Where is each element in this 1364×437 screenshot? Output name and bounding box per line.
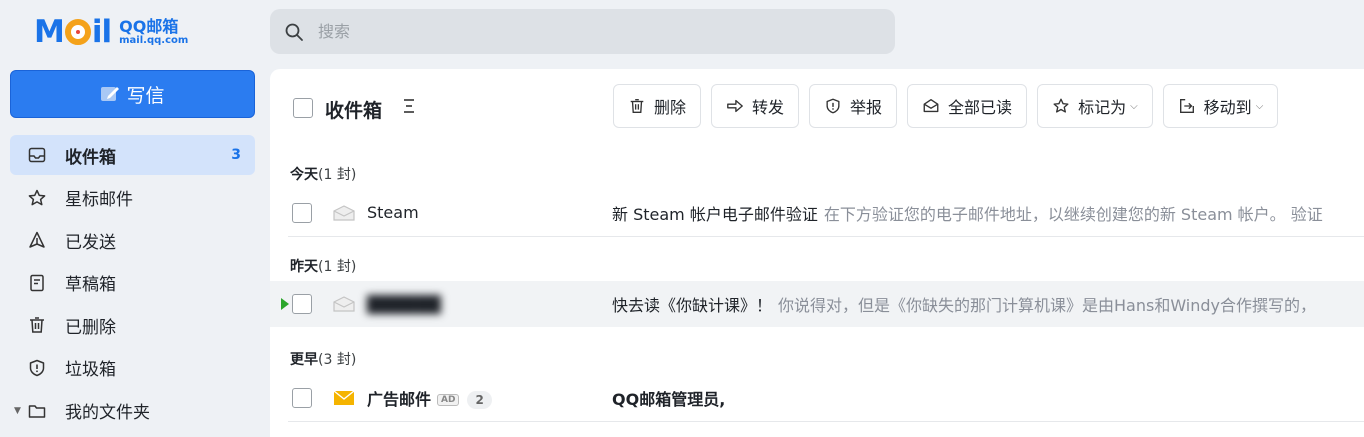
- divider: [288, 421, 1364, 422]
- sidebar-item-deleted[interactable]: 已删除: [10, 305, 255, 345]
- email-sender-blurred: ██████: [367, 294, 441, 314]
- sidebar-item-label: 我的文件夹: [65, 403, 150, 424]
- email-sender: 广告邮件 AD 2: [367, 386, 492, 410]
- caret-down-icon[interactable]: ▼: [14, 406, 21, 416]
- sent-icon: [27, 230, 47, 250]
- sidebar-item-label: 收件箱: [65, 147, 116, 168]
- email-checkbox[interactable]: [292, 294, 312, 314]
- star-icon: [27, 188, 47, 208]
- mark-all-read-label: 全部已读: [948, 98, 1013, 117]
- email-subject: QQ邮箱管理员,: [612, 389, 726, 409]
- sidebar-item-label: 垃圾箱: [65, 360, 116, 381]
- chevron-down-icon: ⌵: [1130, 100, 1138, 112]
- sidebar-item-label: 已删除: [65, 317, 116, 338]
- report-button[interactable]: 举报: [809, 84, 898, 128]
- star-icon: [1053, 98, 1069, 113]
- delete-label: 删除: [654, 98, 687, 117]
- group-header-yesterday: 昨天(1 封): [290, 256, 356, 276]
- email-checkbox[interactable]: [292, 387, 312, 408]
- read-envelope-icon: [333, 296, 355, 312]
- group-count: (3 封): [318, 352, 357, 368]
- email-checkbox[interactable]: [292, 202, 312, 223]
- open-envelope-icon: [923, 99, 939, 113]
- shield-icon: [27, 358, 47, 378]
- unread-count-badge: 3: [231, 147, 241, 163]
- email-snippet: 你说得对，但是《你缺失的那门计算机课》是由Hans和Windy合作撰写的，: [778, 296, 1317, 315]
- forward-arrow-icon: [727, 99, 743, 113]
- sidebar-item-spam[interactable]: 垃圾箱: [10, 348, 255, 388]
- group-label: 昨天: [290, 259, 318, 275]
- read-envelope-icon: [333, 204, 355, 221]
- chevron-down-icon: ⌵: [1255, 100, 1264, 112]
- compose-button[interactable]: 写信: [10, 70, 255, 118]
- search-bar[interactable]: [270, 9, 895, 54]
- search-input[interactable]: [316, 21, 820, 42]
- move-folder-icon: [1179, 99, 1194, 113]
- group-header-earlier: 更早(3 封): [290, 349, 356, 369]
- email-subject: 快去读《你缺计课》！ 你说得对，但是《你缺失的那门计算机课》是由Hans和Wind…: [612, 292, 1316, 316]
- sidebar-item-label: 星标邮件: [65, 190, 133, 211]
- filter-icon[interactable]: [401, 97, 417, 115]
- logo-letters-il: il: [91, 14, 112, 50]
- page-title: 收件箱: [325, 100, 383, 122]
- mail-list-panel: 收件箱 删除 转发 举报 全部已读 标记为 ⌵ 移动到 ⌵ 今天(1 封) St…: [270, 69, 1364, 437]
- sidebar-nav: 收件箱 3 星标邮件 已发送 草稿箱 已删除 垃圾箱 ▼ 我的文件夹: [10, 135, 255, 433]
- folder-icon: [27, 401, 47, 421]
- group-label: 更早: [290, 352, 318, 368]
- compose-icon: [101, 87, 120, 101]
- move-to-dropdown[interactable]: 移动到 ⌵: [1162, 84, 1279, 128]
- sidebar-item-label: 已发送: [65, 232, 116, 253]
- thread-count-badge: 2: [467, 391, 492, 409]
- email-subject: 新 Steam 帐户电子邮件验证 在下方验证您的电子邮件地址，以继续创建您的新 S…: [612, 201, 1323, 225]
- mark-as-label: 标记为: [1078, 98, 1127, 117]
- email-row[interactable]: 广告邮件 AD 2 QQ邮箱管理员,: [270, 375, 1364, 420]
- group-label: 今天: [290, 167, 318, 183]
- logo-brand: QQ邮箱: [119, 16, 179, 36]
- logo-letter-m: M: [34, 14, 65, 50]
- qq-mail-logo[interactable]: Mil QQ邮箱 mail.qq.com: [34, 12, 188, 52]
- report-label: 举报: [850, 98, 883, 117]
- sidebar-item-drafts[interactable]: 草稿箱: [10, 263, 255, 303]
- move-to-label: 移动到: [1203, 98, 1252, 117]
- email-snippet: 在下方验证您的电子邮件地址，以继续创建您的新 Steam 帐户。 验证: [823, 204, 1323, 224]
- mark-as-dropdown[interactable]: 标记为 ⌵: [1037, 84, 1153, 128]
- group-count: (1 封): [318, 167, 357, 183]
- email-subject-text: 新 Steam 帐户电子邮件验证: [612, 204, 818, 224]
- email-row[interactable]: ██████ 快去读《你缺计课》！ 你说得对，但是《你缺失的那门计算机课》是由Ha…: [270, 281, 1364, 327]
- email-subject-text: 快去读《你缺计课》！: [612, 296, 773, 315]
- email-sender: Steam: [367, 203, 419, 222]
- divider: [288, 236, 1364, 237]
- email-sender-text: 广告邮件: [367, 389, 432, 409]
- forward-button[interactable]: 转发: [711, 84, 800, 128]
- sidebar-item-sent[interactable]: 已发送: [10, 220, 255, 260]
- logo-mark: Mil: [34, 14, 112, 50]
- ad-badge: AD: [437, 394, 460, 406]
- email-row[interactable]: Steam 新 Steam 帐户电子邮件验证 在下方验证您的电子邮件地址，以继续创…: [270, 190, 1364, 235]
- inbox-icon: [27, 145, 47, 165]
- trash-icon: [630, 99, 644, 113]
- logo-bell-icon: [64, 19, 91, 45]
- mark-all-read-button[interactable]: 全部已读: [907, 84, 1028, 128]
- search-icon: [285, 23, 303, 41]
- toolbar: 删除 转发 举报 全部已读 标记为 ⌵ 移动到 ⌵: [613, 84, 1288, 128]
- unread-flag-icon: [281, 298, 289, 310]
- trash-icon: [27, 315, 47, 335]
- forward-label: 转发: [752, 98, 785, 117]
- sidebar-item-inbox[interactable]: 收件箱 3: [10, 135, 255, 175]
- sidebar-item-starred[interactable]: 星标邮件: [10, 178, 255, 218]
- unread-envelope-icon: [333, 389, 355, 405]
- select-all-checkbox[interactable]: [293, 98, 313, 118]
- sidebar-item-label: 草稿箱: [65, 275, 116, 296]
- group-header-today: 今天(1 封): [290, 164, 356, 184]
- group-count: (1 封): [318, 259, 357, 275]
- sidebar-item-my-folders[interactable]: ▼ 我的文件夹: [10, 391, 255, 431]
- compose-label: 写信: [126, 84, 165, 107]
- shield-alert-icon: [826, 98, 840, 114]
- delete-button[interactable]: 删除: [613, 84, 702, 128]
- logo-domain: mail.qq.com: [119, 35, 189, 47]
- draft-icon: [27, 273, 47, 293]
